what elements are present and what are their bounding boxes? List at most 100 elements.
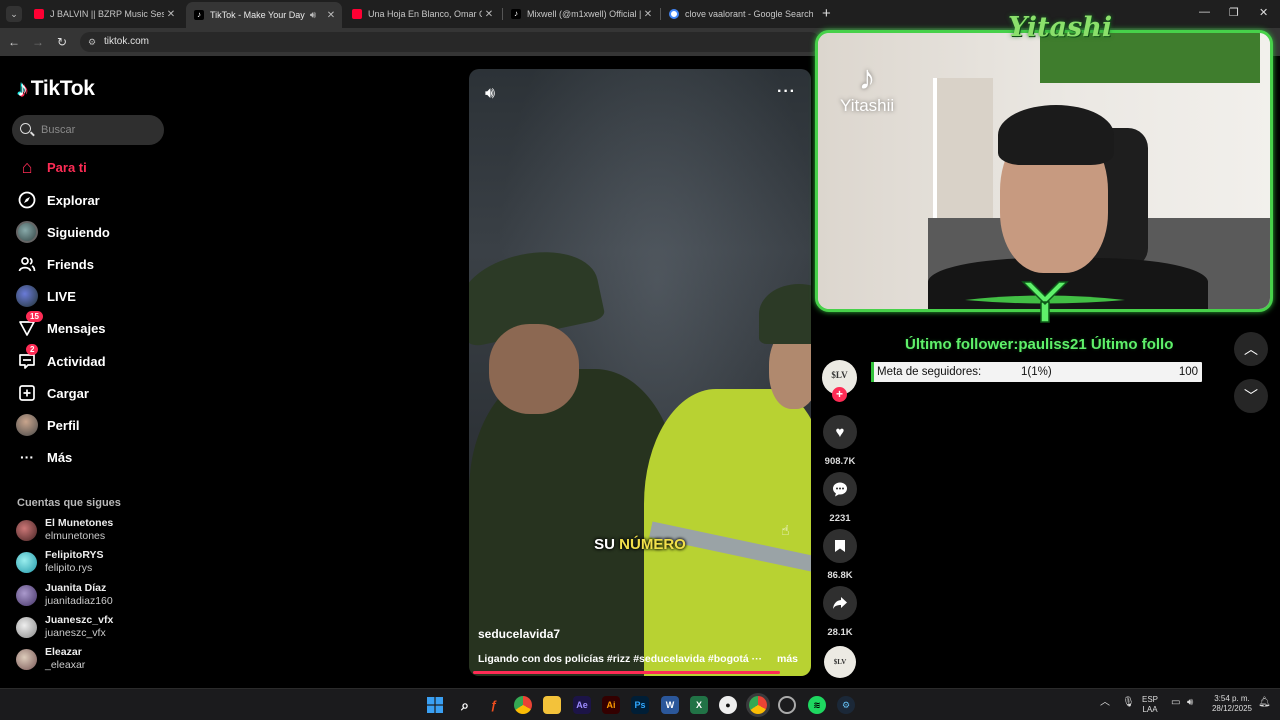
video-author[interactable]: seducelavida7 (478, 627, 560, 641)
bookmark-icon[interactable] (823, 529, 857, 563)
comment-action[interactable]: 2231 (823, 472, 857, 524)
nav-siguiendo[interactable]: Siguiendo (16, 220, 110, 244)
obs-icon[interactable]: ● (719, 696, 737, 714)
nav-cargar[interactable]: Cargar (16, 381, 89, 405)
site-info-icon[interactable]: ⚙ (88, 32, 96, 52)
forward-icon[interactable]: → (30, 34, 46, 50)
tiktok-note-icon: ♪ (858, 59, 876, 97)
minimize-icon[interactable]: — (1199, 6, 1210, 18)
back-icon[interactable]: ← (6, 34, 22, 50)
heart-icon[interactable]: ♥ (823, 415, 857, 449)
volume-icon[interactable]: 🔊︎ (485, 85, 495, 103)
avatar (16, 519, 37, 541)
maximize-icon[interactable]: ❐ (1229, 6, 1239, 19)
goal-max: 100 (1178, 366, 1198, 378)
chrome-active-icon[interactable] (749, 696, 767, 714)
search-icon[interactable]: ⌕ (456, 696, 474, 714)
see-more-link[interactable]: más (777, 653, 798, 665)
file-explorer-icon[interactable] (543, 696, 561, 714)
music-disc[interactable]: $LV (824, 646, 856, 678)
after-effects-icon[interactable]: Ae (573, 696, 591, 714)
search-input[interactable]: Buscar (12, 115, 164, 145)
video-menu-button[interactable]: ··· (777, 83, 796, 101)
reload-icon[interactable]: ↻ (54, 34, 70, 50)
tab-title: clove vaalorant - Google Search (685, 9, 813, 19)
next-video-button[interactable]: ﹀ (1234, 379, 1268, 413)
figma-icon[interactable]: ƒ (485, 696, 503, 714)
clock[interactable]: 3:54 p. m. 28/12/2025 (1207, 694, 1257, 714)
excel-icon[interactable]: X (690, 696, 708, 714)
tab-search-button[interactable]: ⌄ (6, 6, 22, 22)
search-placeholder: Buscar (41, 124, 76, 136)
like-action[interactable]: ♥ 908.7K (823, 415, 857, 467)
nav-friends[interactable]: Friends (16, 252, 94, 276)
hand-cursor-icon: ☝ (781, 522, 790, 538)
steam-icon[interactable]: ⚙ (837, 696, 855, 714)
tiktok-logo[interactable]: ♪ TikTok (17, 76, 95, 102)
share-icon[interactable] (823, 586, 857, 620)
illustrator-icon[interactable]: Ai (602, 696, 620, 714)
goal-label: Meta de seguidores: (877, 366, 982, 378)
nav-live[interactable]: LIVE (16, 284, 76, 308)
webcam-overlay: ♪ Yitashii (815, 30, 1273, 312)
comment-icon[interactable] (823, 472, 857, 506)
volume-icon[interactable]: 🔊︎ (1187, 698, 1193, 708)
nav-mas[interactable]: ··· Más (16, 445, 72, 469)
spotify-icon[interactable]: ≋ (808, 696, 826, 714)
nav-mensajes[interactable]: 15 Mensajes (16, 311, 106, 340)
photoshop-icon[interactable]: Ps (631, 696, 649, 714)
account-name: Juaneszc_vfx (45, 614, 114, 626)
language-indicator[interactable]: ESP LAA (1142, 695, 1158, 715)
following-avatar (16, 221, 38, 243)
chevron-down-icon: ﹀ (1244, 388, 1258, 404)
notification-bell-icon[interactable]: 🔔︎ (1258, 698, 1271, 708)
previous-video-button[interactable]: ︿ (1234, 332, 1268, 366)
browser-tab-google[interactable]: clove vaalorant - Google Search (661, 4, 813, 24)
nav-para-ti[interactable]: ⌂ Para ti (16, 155, 87, 179)
chrome-icon[interactable] (514, 696, 532, 714)
nav-perfil[interactable]: Perfil (16, 413, 80, 437)
followed-account[interactable]: Juanita Díaz juanitadiaz160 (16, 582, 113, 608)
word-icon[interactable]: W (661, 696, 679, 714)
speaker-icon[interactable]: 🔊︎ (306, 10, 320, 21)
overwolf-icon[interactable] (778, 696, 796, 714)
share-action[interactable]: 28.1K (823, 586, 857, 638)
followed-account[interactable]: Eleazar _eleaxar (16, 646, 85, 672)
video-figure (489, 324, 579, 414)
home-icon: ⌂ (21, 156, 33, 177)
windows-start-icon[interactable] (426, 696, 444, 714)
browser-tab-jbalvin[interactable]: J BALVIN || BZRP Music Sessions ✕ (26, 4, 182, 24)
browser-tab-una-hoja[interactable]: Una Hoja En Blanco, Omar Gei ✕ (344, 4, 500, 24)
tray-overflow-icon[interactable]: ︿ (1100, 698, 1110, 708)
followed-account[interactable]: Juaneszc_vfx juaneszc_vfx (16, 614, 113, 640)
new-tab-button[interactable]: + (822, 5, 831, 22)
close-icon[interactable]: ✕ (482, 9, 496, 20)
profile-avatar (16, 414, 38, 436)
tiktok-icon: ♪ (511, 9, 521, 19)
account-name: El Munetones (45, 517, 114, 529)
close-icon[interactable]: ✕ (641, 9, 655, 20)
nav-actividad[interactable]: 2 Actividad (16, 344, 106, 373)
browser-tab-tiktok[interactable]: ♪ TikTok - Make Your Day 🔊︎ ✕ (186, 2, 342, 28)
browser-tab-mixwell[interactable]: ♪ Mixwell (@m1xwell) Official | Ti ✕ (503, 4, 659, 24)
clock-time: 3:54 p. m. (1214, 694, 1250, 703)
close-icon[interactable]: ✕ (164, 9, 178, 20)
followed-account[interactable]: FelipitoRYS felipito.rys (16, 549, 104, 575)
close-icon[interactable]: ✕ (324, 10, 338, 21)
url-field[interactable]: ⚙ tiktok.com (80, 32, 820, 52)
compass-icon (16, 189, 38, 211)
nav-label: Explorar (47, 192, 100, 208)
stream-brand: Yitashi (1008, 12, 1113, 43)
save-action[interactable]: 86.8K (823, 529, 857, 581)
follow-button[interactable]: + (832, 387, 847, 402)
followed-account[interactable]: El Munetones elmunetones (16, 517, 113, 543)
video-player[interactable]: 🔊︎ ··· SU NÚMERO seducelavida7 Ligando c… (469, 69, 811, 676)
account-handle: _eleaxar (45, 659, 86, 671)
video-progress-bar[interactable] (473, 671, 780, 674)
close-window-icon[interactable]: ✕ (1259, 6, 1268, 19)
lang-top: ESP (1142, 695, 1159, 704)
nav-explorar[interactable]: Explorar (16, 188, 100, 212)
nav-label: Mensajes (47, 320, 106, 336)
network-icon[interactable]: ▭ (1171, 698, 1180, 708)
microphone-icon[interactable]: 🎙︎ (1122, 698, 1135, 708)
